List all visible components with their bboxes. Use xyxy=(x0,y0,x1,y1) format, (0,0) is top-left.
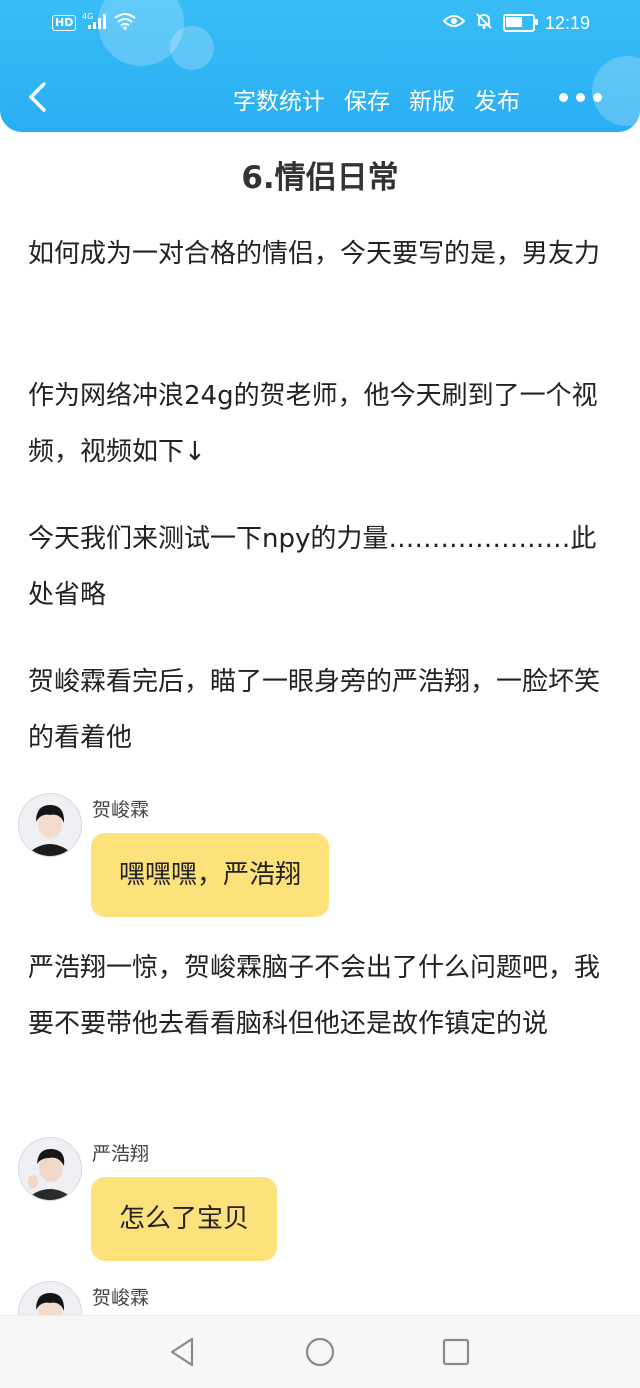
more-dots-icon[interactable] xyxy=(559,80,602,114)
system-nav-bar xyxy=(0,1315,640,1388)
paragraph-5: 严浩翔一惊，贺峻霖脑子不会出了什么问题吧，我要不要带他去看看脑科但他还是故作镇定… xyxy=(28,953,601,1039)
paragraph-2: 作为网络冲浪24g的贺老师，他今天刷到了一个视频，视频如下↓ xyxy=(28,381,598,467)
battery-level xyxy=(505,17,522,27)
chat-bubble: 怎么了宝贝 xyxy=(91,1177,278,1261)
publish-button[interactable]: 发布 xyxy=(474,82,520,116)
circle-home-icon xyxy=(305,1337,335,1367)
sender-name: 贺峻霖 xyxy=(92,1287,150,1309)
nav-recent-button[interactable] xyxy=(438,1334,474,1370)
paragraph-1: 如何成为一对合格的情侣，今天要写的是，男友力 xyxy=(28,239,601,269)
wifi-icon xyxy=(114,12,136,34)
sender-name: 贺峻霖 xyxy=(92,799,150,821)
chat-message: 贺峻霖 xyxy=(18,1281,418,1315)
avatar[interactable] xyxy=(18,1137,82,1201)
nav-back-button[interactable] xyxy=(165,1334,201,1370)
word-count-button[interactable]: 字数统计 xyxy=(233,82,325,116)
clock: 12:19 xyxy=(544,12,590,33)
square-recent-icon xyxy=(442,1338,470,1366)
chat-bubble: 嘿嘿嘿，严浩翔 xyxy=(91,833,330,917)
triangle-back-icon xyxy=(170,1337,194,1367)
sender-name: 严浩翔 xyxy=(92,1143,150,1165)
signal-icon: 4G xyxy=(82,12,108,34)
mute-bell-icon xyxy=(475,12,493,34)
paragraph-3: 今天我们来测试一下npy的力量…………………此处省略 xyxy=(28,524,597,610)
top-toolbar: 字数统计 保存 新版 发布 xyxy=(0,70,640,126)
back-button[interactable] xyxy=(22,80,56,114)
paragraph-4: 贺峻霖看完后，瞄了一眼身旁的严浩翔，一脸坏笑的看着他 xyxy=(28,667,601,753)
chapter-title: 6.情侣日常 xyxy=(241,160,399,196)
network-type-label: 4G xyxy=(82,12,93,21)
nav-home-button[interactable] xyxy=(302,1334,338,1370)
avatar[interactable] xyxy=(18,1281,82,1315)
status-bar: HD 4G 12:19 xyxy=(0,0,640,48)
app-header: HD 4G 12:19 字数统计 保存 新版 发布 xyxy=(0,0,640,132)
avatar[interactable] xyxy=(18,793,82,857)
new-version-button[interactable]: 新版 xyxy=(409,82,455,116)
chevron-left-icon xyxy=(29,82,46,112)
save-button[interactable]: 保存 xyxy=(344,82,390,116)
eye-icon xyxy=(442,13,466,33)
battery-icon xyxy=(502,14,538,32)
hd-badge: HD xyxy=(52,15,77,31)
